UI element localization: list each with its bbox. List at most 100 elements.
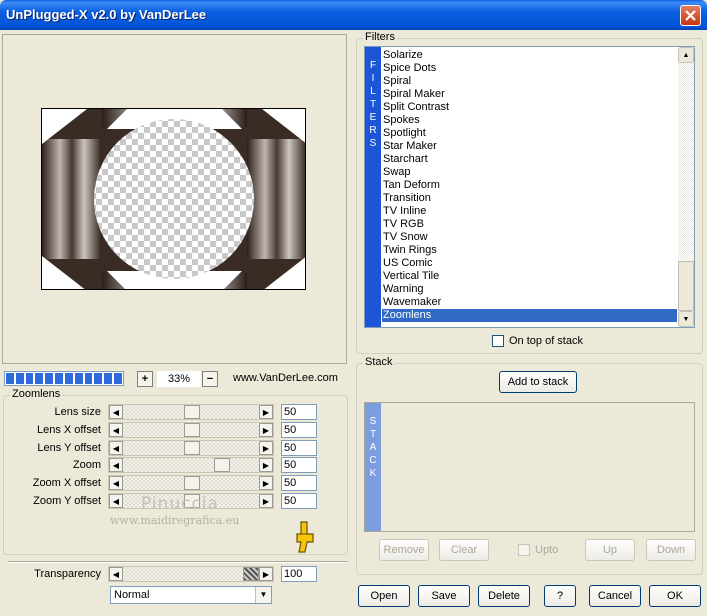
list-item[interactable]: Vertical Tile: [382, 270, 677, 283]
close-button[interactable]: [680, 5, 701, 26]
arrow-right-icon[interactable]: ▶: [259, 494, 273, 508]
arrow-right-icon[interactable]: ▶: [259, 405, 273, 419]
arrow-left-icon[interactable]: ◀: [109, 423, 123, 437]
list-item[interactable]: Spotlight: [382, 127, 677, 140]
watermark-url: www.maidiregrafica.eu: [110, 514, 240, 527]
zoom-y-input[interactable]: 50: [281, 493, 317, 509]
param-lens-size: Lens size ◀ ▶ 50: [0, 404, 320, 421]
down-button[interactable]: Down: [646, 539, 696, 561]
param-transparency: Transparency ◀ ▶ 100: [0, 566, 320, 583]
preview-image: [41, 108, 306, 290]
param-lens-y: Lens Y offset ◀ ▶ 50: [0, 440, 320, 457]
arrow-left-icon[interactable]: ◀: [109, 476, 123, 490]
preview-graphic: [42, 109, 305, 289]
list-item[interactable]: TV Snow: [382, 231, 677, 244]
param-label: Lens Y offset: [37, 442, 101, 454]
zoom-input[interactable]: 50: [281, 457, 317, 473]
zoom-slider[interactable]: ◀ ▶: [108, 457, 274, 473]
slider-thumb[interactable]: [184, 476, 200, 490]
title-bar: UnPlugged-X v2.0 by VanDerLee: [0, 0, 707, 30]
arrow-right-icon[interactable]: ▶: [259, 441, 273, 455]
transparency-slider[interactable]: ◀ ▶: [108, 566, 274, 582]
delete-button[interactable]: Delete: [478, 585, 530, 607]
slider-thumb[interactable]: [184, 405, 200, 419]
lens-x-slider[interactable]: ◀ ▶: [108, 422, 274, 438]
param-label: Zoom Y offset: [33, 495, 101, 507]
arrow-left-icon[interactable]: ◀: [109, 494, 123, 508]
slider-thumb[interactable]: [243, 567, 259, 581]
list-item[interactable]: Starchart: [382, 153, 677, 166]
list-item[interactable]: Transition: [382, 192, 677, 205]
list-item[interactable]: Warning: [382, 283, 677, 296]
param-label: Lens size: [54, 406, 101, 418]
filters-scrollbar[interactable]: ▲ ▼: [678, 47, 694, 327]
cancel-button[interactable]: Cancel: [589, 585, 641, 607]
list-item[interactable]: Wavemaker: [382, 296, 677, 309]
list-item-selected[interactable]: Zoomlens: [382, 309, 677, 322]
progress-bar: [4, 371, 124, 386]
stack-group-label: Stack: [363, 356, 395, 368]
scroll-down-icon[interactable]: ▼: [678, 311, 694, 327]
lens-y-input[interactable]: 50: [281, 440, 317, 456]
slider-thumb[interactable]: [184, 423, 200, 437]
upto-label: Upto: [535, 544, 559, 556]
arrow-left-icon[interactable]: ◀: [109, 441, 123, 455]
list-item[interactable]: Star Maker: [382, 140, 677, 153]
list-item[interactable]: Split Contrast: [382, 101, 677, 114]
zoom-x-input[interactable]: 50: [281, 475, 317, 491]
list-item[interactable]: Tan Deform: [382, 179, 677, 192]
watermark-name: Pinuccia: [141, 494, 219, 514]
param-label: Transparency: [34, 568, 101, 580]
list-item[interactable]: Solarize: [382, 49, 677, 62]
filters-group-label: Filters: [363, 31, 397, 43]
list-item[interactable]: Spiral: [382, 75, 677, 88]
list-item[interactable]: US Comic: [382, 257, 677, 270]
lens-size-slider[interactable]: ◀ ▶: [108, 404, 274, 420]
preview-pane[interactable]: [2, 34, 347, 364]
arrow-left-icon[interactable]: ◀: [109, 458, 123, 472]
close-icon: [685, 10, 696, 21]
transparency-input[interactable]: 100: [281, 566, 317, 582]
arrow-right-icon[interactable]: ▶: [259, 458, 273, 472]
lens-y-slider[interactable]: ◀ ▶: [108, 440, 274, 456]
zoom-in-button[interactable]: +: [137, 371, 153, 387]
blend-mode-select[interactable]: Normal ▼: [110, 586, 272, 604]
lens-x-input[interactable]: 50: [281, 422, 317, 438]
arrow-left-icon[interactable]: ◀: [109, 405, 123, 419]
save-button[interactable]: Save: [418, 585, 470, 607]
list-item[interactable]: Spiral Maker: [382, 88, 677, 101]
arrow-right-icon[interactable]: ▶: [259, 423, 273, 437]
arrow-right-icon[interactable]: ▶: [259, 476, 273, 490]
list-item[interactable]: Spokes: [382, 114, 677, 127]
clear-button[interactable]: Clear: [439, 539, 489, 561]
arrow-right-icon[interactable]: ▶: [259, 567, 273, 581]
scroll-up-icon[interactable]: ▲: [678, 47, 694, 63]
remove-button[interactable]: Remove: [379, 539, 429, 561]
zoom-out-button[interactable]: −: [202, 371, 218, 387]
up-button[interactable]: Up: [585, 539, 635, 561]
stack-side-bar: STACK: [365, 403, 381, 531]
filters-side-bar: FILTERS: [365, 47, 381, 327]
help-button[interactable]: ?: [544, 585, 576, 607]
list-item[interactable]: Twin Rings: [382, 244, 677, 257]
filters-list[interactable]: FILTERS Solarize Spice Dots Spiral Spira…: [364, 46, 695, 328]
zoom-x-slider[interactable]: ◀ ▶: [108, 475, 274, 491]
lens-size-input[interactable]: 50: [281, 404, 317, 420]
on-top-checkbox[interactable]: [492, 335, 504, 347]
add-to-stack-button[interactable]: Add to stack: [499, 371, 577, 393]
list-item[interactable]: Swap: [382, 166, 677, 179]
upto-checkbox[interactable]: [518, 544, 530, 556]
param-label: Zoom: [72, 459, 101, 471]
list-item[interactable]: Spice Dots: [382, 62, 677, 75]
list-item[interactable]: TV Inline: [382, 205, 677, 218]
website-link[interactable]: www.VanDerLee.com: [233, 372, 338, 384]
slider-thumb[interactable]: [184, 441, 200, 455]
ok-button[interactable]: OK: [649, 585, 701, 607]
stack-list[interactable]: STACK: [364, 402, 695, 532]
arrow-left-icon[interactable]: ◀: [109, 567, 123, 581]
slider-thumb[interactable]: [214, 458, 230, 472]
scroll-thumb[interactable]: [678, 261, 694, 311]
open-button[interactable]: Open: [358, 585, 410, 607]
list-item[interactable]: TV RGB: [382, 218, 677, 231]
chevron-down-icon[interactable]: ▼: [255, 587, 271, 603]
